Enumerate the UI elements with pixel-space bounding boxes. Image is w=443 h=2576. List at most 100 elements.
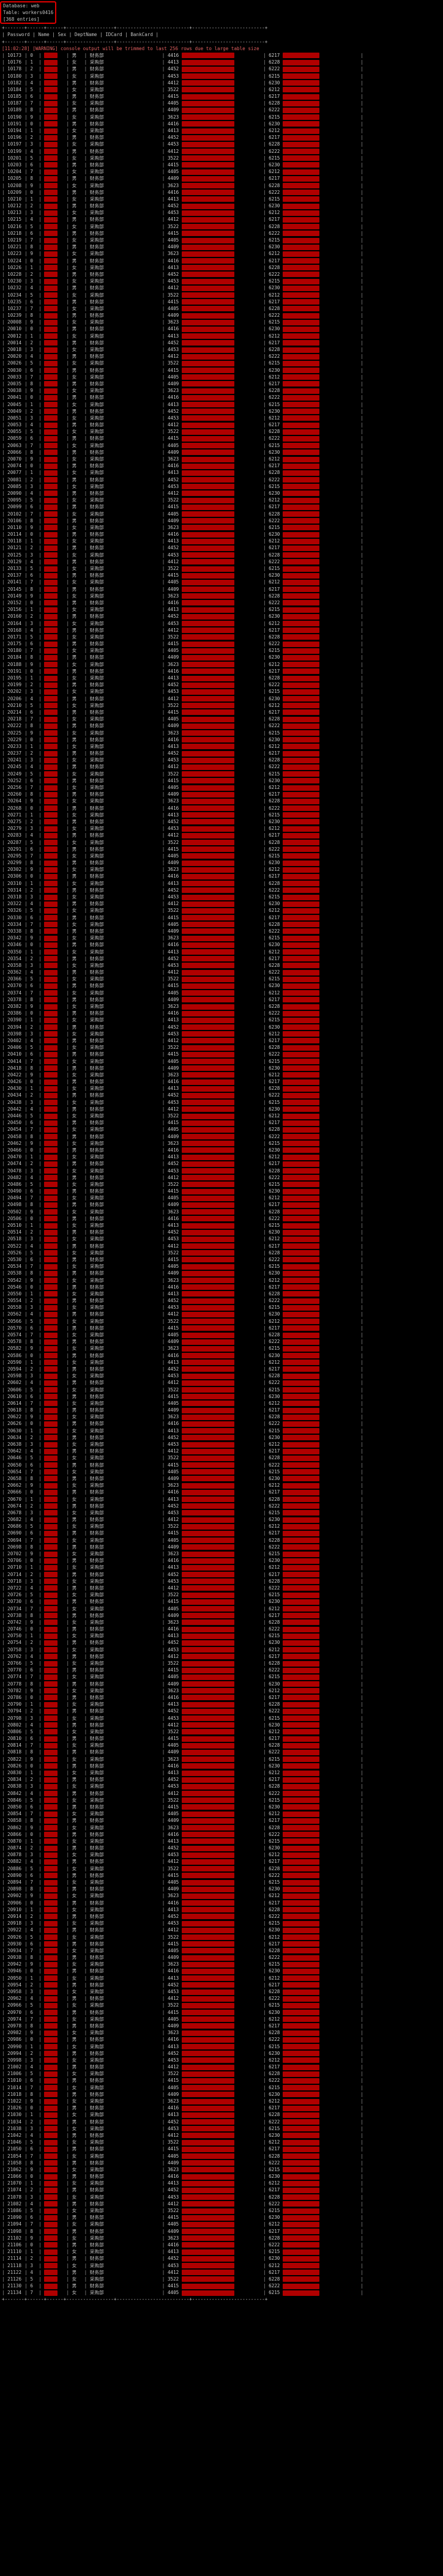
idcard-redaction (181, 477, 234, 483)
row-separator: | (262, 1140, 269, 1146)
row-dept: 财务部 (89, 1448, 104, 1454)
name-redaction (44, 450, 58, 456)
row-separator: | (2, 1208, 8, 1215)
row-separator: | (84, 1633, 90, 1639)
idcard-redaction (181, 1510, 234, 1516)
row-separator: | (24, 1544, 31, 1550)
row-password: 2 (30, 682, 33, 688)
row-separator: | (2, 558, 8, 564)
row-name (44, 168, 66, 175)
row-separator: | (2, 996, 8, 1002)
row-separator: | (66, 1475, 72, 1481)
row-bankcard: 6228 (269, 59, 360, 65)
id-prefix: 3522 (167, 908, 182, 914)
idcard-redaction (181, 66, 234, 72)
row-separator: | (24, 723, 31, 729)
table-row: | 20055 | 5 | | 女 | 采购部 | 3522 | 6228 | (2, 428, 441, 435)
row-separator: | (262, 52, 269, 58)
table-row: | 20334 | 7 | | 女 | 采购部 | 4405 | 6228 | (2, 921, 441, 928)
row-separator: | (24, 538, 31, 544)
col-name: Name (38, 32, 50, 38)
bankcard-redaction (282, 853, 319, 859)
name-redaction (44, 1592, 58, 1598)
row-idcard: 4409 (168, 1133, 263, 1140)
bank-prefix: 6222 (269, 230, 283, 236)
row-dept: 财务部 (89, 928, 104, 934)
row-separator: | (66, 805, 72, 811)
row-number: 20133 (7, 566, 22, 572)
row-separator: | (262, 1127, 269, 1133)
row-sex: 女 (72, 661, 77, 667)
row-separator: | (66, 1660, 72, 1667)
row-bankcard: 6230 (269, 1024, 360, 1031)
row-separator: | (2, 1256, 8, 1262)
row-separator: | (162, 620, 168, 626)
row-password: 0 (30, 189, 33, 195)
row-separator: | (84, 1256, 90, 1262)
table-row: | 20378 | 8 | | 男 | 财务部 | 4409 | 6217 | (2, 996, 441, 1003)
row-separator: | (66, 942, 72, 948)
row-separator: | (84, 1407, 90, 1413)
row-name (44, 1147, 66, 1153)
row-separator: | (84, 812, 90, 818)
row-separator: | (2, 1031, 8, 1037)
row-bankcard: 6222 (269, 1503, 360, 1509)
id-prefix: 4453 (167, 826, 182, 832)
idcard-redaction (181, 1113, 234, 1119)
row-separator: | (84, 1037, 90, 1043)
row-separator: | (360, 176, 363, 182)
name-redaction (44, 1660, 58, 1667)
row-number: 20538 (7, 1270, 22, 1276)
name-redaction (44, 107, 58, 113)
row-separator: | (24, 1174, 31, 1180)
row-separator: | (162, 558, 168, 564)
row-separator: | (84, 969, 90, 975)
row-sex: 男 (72, 394, 77, 401)
row-separator: | (24, 1496, 31, 1502)
row-number: 20386 (7, 1010, 22, 1016)
idcard-redaction (181, 908, 234, 914)
row-separator: | (2, 1106, 8, 1112)
row-separator: | (39, 627, 45, 633)
row-separator: | (24, 867, 31, 873)
row-separator: | (2, 408, 8, 414)
id-prefix: 4416 (167, 873, 182, 879)
row-separator: | (360, 695, 363, 701)
row-bankcard: 6228 (269, 100, 360, 106)
row-password: 8 (30, 1133, 33, 1139)
row-separator: | (162, 182, 168, 188)
id-prefix: 4416 (167, 189, 182, 195)
bankcard-redaction (282, 1407, 319, 1413)
row-separator: | (24, 695, 31, 701)
row-number: 20646 (7, 1455, 22, 1461)
row-separator: | (262, 1305, 269, 1311)
id-prefix: 4413 (167, 538, 182, 544)
bankcard-redaction (282, 826, 319, 832)
row-name (44, 401, 66, 408)
row-separator: | (2, 1462, 8, 1468)
row-separator: | (262, 1421, 269, 1427)
row-separator: | (2, 682, 8, 688)
row-name (44, 1024, 66, 1031)
bank-prefix: 6228 (269, 1496, 283, 1502)
bankcard-redaction (282, 1188, 319, 1194)
row-separator: | (262, 1571, 269, 1577)
row-sex: 女 (72, 935, 77, 941)
row-separator: | (262, 237, 269, 243)
row-separator: | (162, 1619, 168, 1625)
row-number: 20470 (7, 1154, 22, 1160)
row-separator: | (66, 1249, 72, 1256)
row-separator: | (262, 1427, 269, 1434)
row-separator: | (262, 1133, 269, 1139)
row-separator: | (360, 620, 363, 626)
row-separator: | (24, 531, 31, 538)
row-separator: | (2, 695, 8, 701)
row-separator: | (39, 264, 45, 270)
row-separator: | (262, 100, 269, 106)
table-row: | 20682 | 4 | | 男 | 财务部 | 4412 | 6230 | (2, 1516, 441, 1523)
row-dept: 财务部 (89, 408, 104, 414)
name-redaction (44, 1373, 58, 1379)
row-name (44, 982, 66, 989)
row-bankcard: 6228 (269, 305, 360, 312)
row-dept: 财务部 (89, 805, 104, 811)
